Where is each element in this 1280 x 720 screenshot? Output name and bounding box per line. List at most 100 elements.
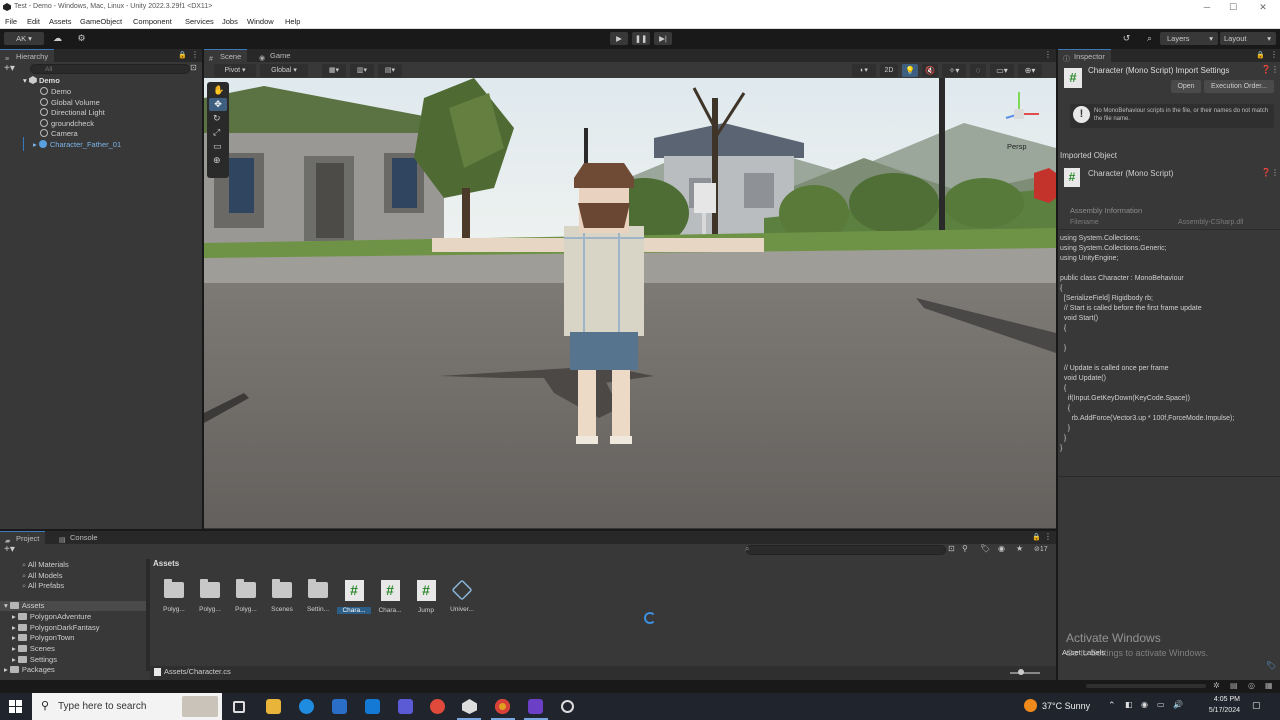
edge-icon[interactable] bbox=[299, 699, 314, 714]
hierarchy-item[interactable]: Camera bbox=[0, 128, 202, 139]
zoom-slider[interactable] bbox=[1010, 672, 1040, 674]
execution-order-button[interactable]: Execution Order... bbox=[1204, 80, 1274, 93]
scene-root[interactable]: ▾ Demo bbox=[0, 75, 202, 86]
folder-item[interactable]: ▸ PolygonDarkFantasy bbox=[12, 623, 99, 633]
clock-date[interactable]: 5/17/2024 bbox=[1196, 707, 1240, 714]
folder-item[interactable]: ▸ PolygonTown bbox=[12, 633, 74, 643]
menu-edit[interactable]: Edit bbox=[27, 17, 40, 26]
windows-start-icon[interactable] bbox=[9, 700, 22, 713]
layers-dropdown[interactable]: Layers ▾ bbox=[1160, 32, 1218, 45]
tab-inspector[interactable]: ⓘ Inspector bbox=[1058, 49, 1111, 63]
store-icon[interactable] bbox=[332, 699, 347, 714]
pause-button[interactable]: ❚❚ bbox=[632, 32, 650, 45]
filter-icon[interactable]: ⊡ bbox=[948, 544, 955, 553]
hierarchy-item-prefab[interactable]: ▸ Character_Father_01 bbox=[0, 139, 202, 150]
global-dropdown[interactable]: Global ▾ bbox=[260, 64, 308, 77]
mail-icon[interactable] bbox=[365, 699, 380, 714]
hierarchy-item[interactable]: Demo bbox=[0, 86, 202, 97]
assets-root[interactable]: ▾ Assets bbox=[0, 601, 146, 611]
chrome-icon[interactable] bbox=[495, 699, 510, 714]
tab-game[interactable]: ◉ Game bbox=[254, 49, 296, 62]
persp-label[interactable]: Persp bbox=[1007, 142, 1027, 151]
grid-snap-button[interactable]: ▦▾ bbox=[322, 64, 346, 77]
folder-item[interactable]: ▸ PolygonAdventure bbox=[12, 612, 91, 622]
volume-icon[interactable]: 🔊 bbox=[1173, 700, 1183, 709]
asset-folder[interactable]: Polyg... bbox=[157, 579, 191, 613]
favorite-icon[interactable]: ★ bbox=[1016, 544, 1023, 553]
menu-gameobject[interactable]: GameObject bbox=[80, 17, 122, 26]
hierarchy-item[interactable]: Directional Light bbox=[0, 107, 202, 118]
hidden-objects-toggle[interactable]: ◌ bbox=[970, 64, 986, 77]
asset-script-selected[interactable]: # Chara... bbox=[337, 580, 371, 614]
minimize-button[interactable]: ─ bbox=[1194, 1, 1220, 13]
menu-component[interactable]: Component bbox=[133, 17, 172, 26]
cache-icon[interactable]: ▤ bbox=[1230, 681, 1238, 690]
layout-dropdown[interactable]: Layout ▾ bbox=[1220, 32, 1276, 45]
asset-folder[interactable]: Scenes bbox=[265, 579, 299, 613]
gizmos-dropdown[interactable]: ⊕▾ bbox=[1018, 64, 1042, 77]
history-icon[interactable]: ↺ bbox=[1121, 33, 1132, 44]
tab-console[interactable]: ▤ Console bbox=[54, 531, 104, 544]
help-icon[interactable]: ❓ bbox=[1261, 168, 1271, 177]
maximize-button[interactable]: ☐ bbox=[1220, 1, 1246, 13]
visibility-icon[interactable]: ◉ bbox=[998, 544, 1005, 553]
close-button[interactable]: ✕ bbox=[1250, 1, 1276, 13]
task-view-icon[interactable] bbox=[233, 701, 245, 713]
hierarchy-search-input[interactable]: All bbox=[30, 64, 190, 74]
lighting-toggle[interactable]: 💡 bbox=[902, 64, 918, 77]
favorite-item[interactable]: ⌕ All Prefabs bbox=[22, 581, 64, 591]
more-icon[interactable]: ⋮ bbox=[1044, 50, 1052, 59]
lock-icon[interactable]: 🔒 bbox=[1032, 533, 1041, 541]
unity-hub-icon[interactable] bbox=[561, 700, 574, 713]
project-search-input[interactable] bbox=[746, 545, 946, 555]
scale-tool-icon[interactable]: ⤢ bbox=[213, 127, 220, 138]
play-button[interactable]: ▶ bbox=[610, 32, 628, 45]
asset-script[interactable]: # Chara... bbox=[373, 580, 407, 614]
menu-jobs[interactable]: Jobs bbox=[222, 17, 238, 26]
add-icon[interactable]: +▾ bbox=[4, 63, 15, 74]
packages-root[interactable]: ▸ Packages bbox=[4, 665, 55, 675]
effects-dropdown[interactable]: ✧▾ bbox=[942, 64, 966, 77]
type-filter-icon[interactable]: ⚲ bbox=[962, 544, 968, 553]
file-explorer-icon[interactable] bbox=[266, 699, 281, 714]
notification-icon[interactable]: ▦ bbox=[1265, 681, 1273, 690]
hand-tool-icon[interactable]: ✋ bbox=[213, 85, 224, 96]
move-tool-icon[interactable]: ✥ bbox=[209, 98, 227, 111]
step-button[interactable]: ▶| bbox=[654, 32, 672, 45]
asset-folder[interactable]: Polyg... bbox=[229, 579, 263, 613]
menu-assets[interactable]: Assets bbox=[49, 17, 72, 26]
open-button[interactable]: Open bbox=[1171, 80, 1201, 93]
breadcrumb[interactable]: Assets bbox=[153, 559, 179, 568]
lock-icon[interactable]: 🔒 bbox=[1256, 51, 1265, 59]
search-icon[interactable]: ⌕ bbox=[1144, 33, 1155, 44]
rect-tool-icon[interactable]: ▭ bbox=[213, 141, 222, 152]
menu-help[interactable]: Help bbox=[285, 17, 300, 26]
menu-services[interactable]: Services bbox=[185, 17, 214, 26]
label-filter-icon[interactable]: 🏷 bbox=[980, 544, 990, 553]
render-icon[interactable]: ◎ bbox=[1248, 681, 1255, 690]
asset-folder[interactable]: Polyg... bbox=[193, 579, 227, 613]
action-center-icon[interactable]: ▢ bbox=[1252, 700, 1261, 711]
more-icon[interactable]: ⋮ bbox=[1044, 532, 1052, 541]
app-icon[interactable] bbox=[398, 699, 413, 714]
tray-app-icon[interactable]: ◧ bbox=[1125, 700, 1133, 709]
create-icon[interactable]: +▾ bbox=[4, 544, 15, 555]
taskbar-search[interactable]: ⚲ Type here to search bbox=[32, 693, 222, 720]
asset-folder[interactable]: Settin... bbox=[301, 579, 335, 613]
more-icon[interactable]: ⋮ bbox=[191, 50, 199, 59]
lock-icon[interactable]: 🔒 bbox=[178, 51, 187, 59]
tree-scrollbar[interactable] bbox=[146, 559, 150, 671]
label-tag-icon[interactable]: 🏷 bbox=[1266, 661, 1276, 670]
tab-scene[interactable]: # Scene bbox=[204, 49, 248, 63]
help-icon[interactable]: ❓ bbox=[1261, 65, 1271, 74]
grid-visibility-button[interactable]: ▥▾ bbox=[350, 64, 374, 77]
cloud-icon[interactable]: ☁ bbox=[52, 33, 63, 44]
pivot-dropdown[interactable]: Pivot ▾ bbox=[214, 64, 256, 77]
transform-tool-icon[interactable]: ⊕ bbox=[213, 155, 221, 166]
clock-time[interactable]: 4:05 PM bbox=[1196, 696, 1240, 703]
settings-icon[interactable]: ⋮ bbox=[1271, 168, 1279, 177]
menu-file[interactable]: File bbox=[5, 17, 17, 26]
tab-hierarchy[interactable]: ≡ Hierarchy bbox=[0, 49, 55, 63]
tray-app-icon[interactable]: ◉ bbox=[1141, 700, 1148, 709]
collab-icon[interactable]: ⚙ bbox=[76, 33, 87, 44]
